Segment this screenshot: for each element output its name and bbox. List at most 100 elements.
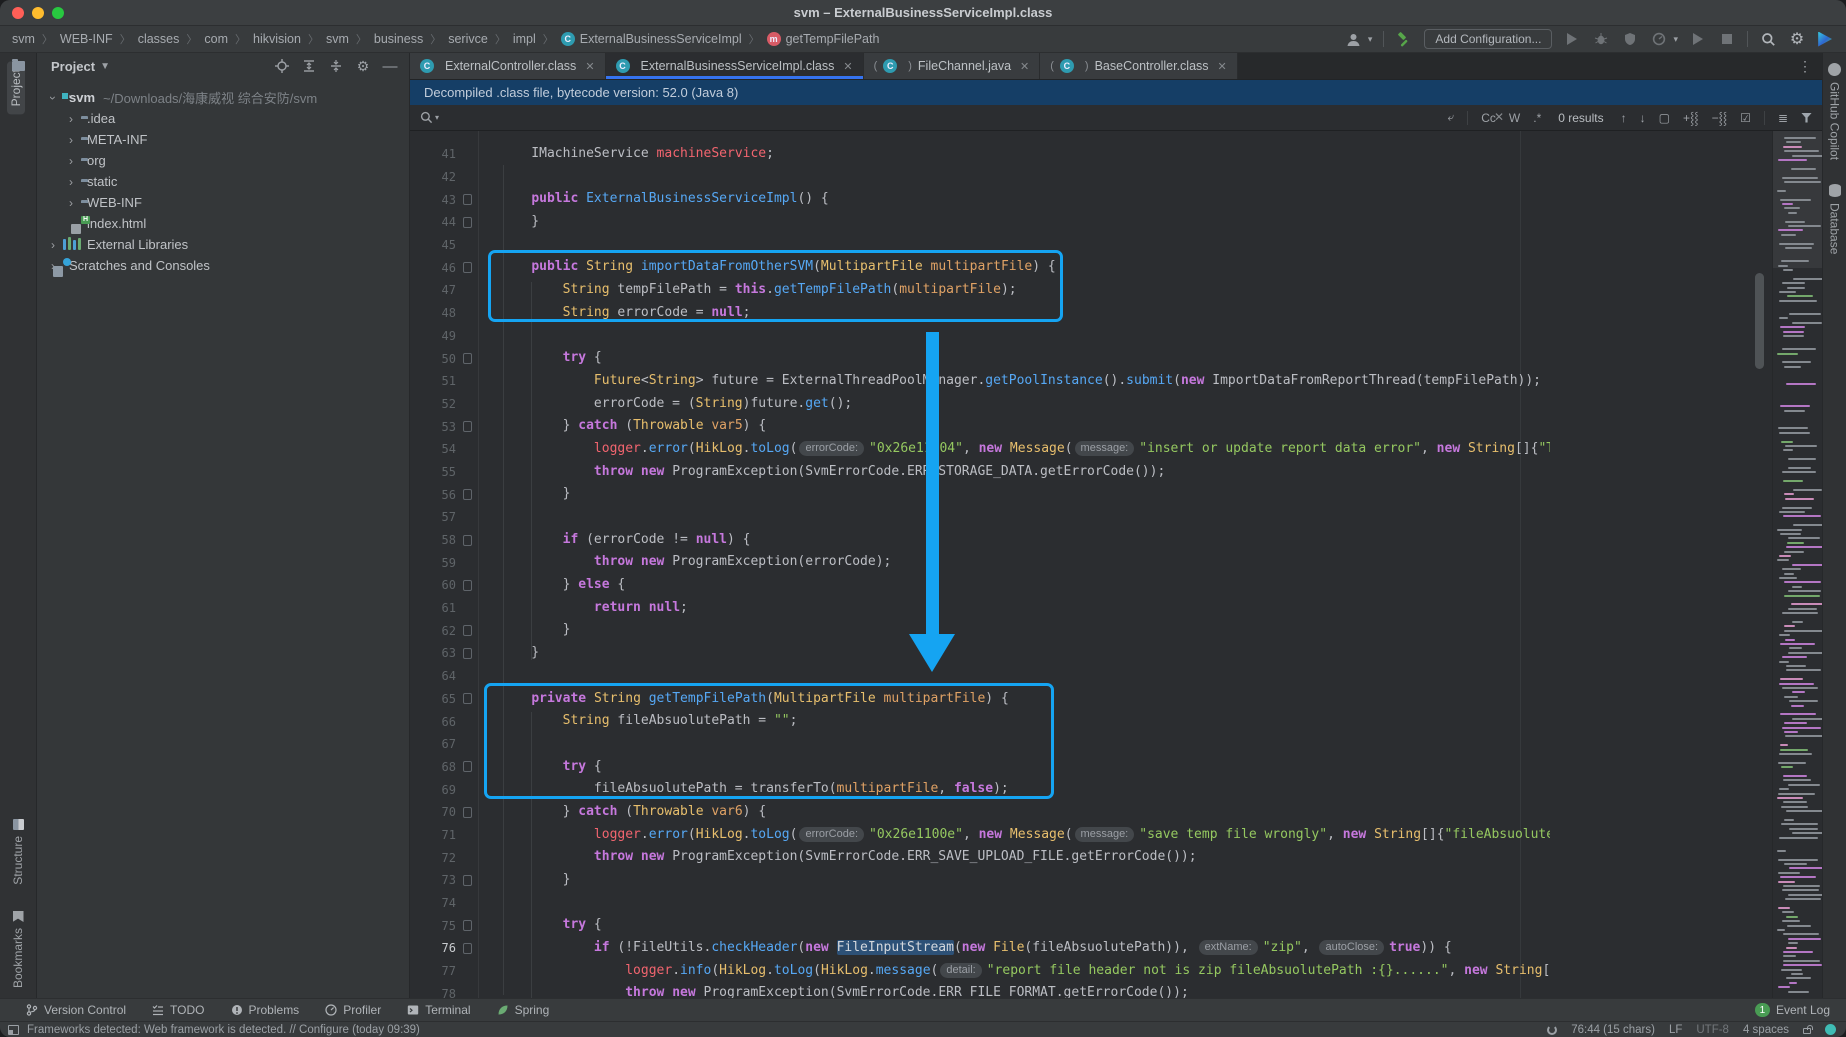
code-text[interactable]: try { — [500, 756, 602, 779]
toolwindow-spring[interactable]: Spring — [497, 1003, 550, 1017]
code-line-47[interactable]: 47 String tempFilePath = this.getTempFil… — [410, 279, 1550, 302]
run-secondary-icon[interactable] — [1689, 30, 1707, 48]
code-line-42[interactable]: 42 — [410, 166, 1550, 189]
code-text[interactable]: } catch (Throwable var5) { — [500, 415, 766, 438]
editor-tab-externalbusinessserviceimpl-class[interactable]: CExternalBusinessServiceImpl.class✕ — [606, 53, 864, 79]
user-account-icon[interactable] — [1345, 30, 1363, 48]
status-teal-dot-icon[interactable] — [1825, 1024, 1836, 1035]
breadcrumb-item[interactable]: 〉classes — [113, 31, 180, 47]
code-line-77[interactable]: 77 logger.info(HikLog.toLog(HikLog.messa… — [410, 960, 1550, 983]
fold-gutter[interactable] — [456, 625, 478, 636]
fold-marker-icon[interactable] — [463, 535, 472, 546]
code-line-69[interactable]: 69 fileAbsuolutePath = transferTo(multip… — [410, 778, 1550, 801]
code-line-43[interactable]: 43 public ExternalBusinessServiceImpl() … — [410, 188, 1550, 211]
code-text[interactable]: fileAbsuolutePath = transferTo(multipart… — [500, 778, 1009, 801]
code-line-52[interactable]: 52 errorCode = (String)future.get(); — [410, 393, 1550, 416]
line-number[interactable]: 50 — [410, 352, 456, 366]
fold-gutter[interactable] — [456, 580, 478, 591]
line-number[interactable]: 75 — [410, 919, 456, 933]
coverage-icon[interactable] — [1621, 30, 1639, 48]
line-number[interactable]: 68 — [410, 760, 456, 774]
code-line-50[interactable]: 50 try { — [410, 347, 1550, 370]
toolwindow-toggle-icon[interactable] — [8, 1025, 19, 1035]
newline-icon[interactable]: ⤶ — [1448, 110, 1455, 125]
run-icon[interactable] — [1563, 30, 1581, 48]
fold-gutter[interactable] — [456, 217, 478, 228]
code-line-57[interactable]: 57 — [410, 506, 1550, 529]
code-line-63[interactable]: 63 } — [410, 642, 1550, 665]
line-number[interactable]: 47 — [410, 283, 456, 297]
code-line-64[interactable]: 64 — [410, 665, 1550, 688]
breadcrumb-item[interactable]: 〉svm — [301, 31, 349, 47]
fold-gutter[interactable] — [456, 353, 478, 364]
code-line-62[interactable]: 62 } — [410, 619, 1550, 642]
code-text[interactable]: String errorCode = null; — [500, 302, 750, 325]
tree-item-scratches-and-consoles[interactable]: ›Scratches and Consoles — [37, 255, 409, 276]
locate-file-icon[interactable] — [273, 57, 291, 75]
collapse-all-icon[interactable] — [327, 57, 345, 75]
code-text[interactable]: } — [500, 619, 570, 642]
line-number[interactable]: 46 — [410, 261, 456, 275]
code-text[interactable]: } else { — [500, 574, 625, 597]
fold-marker-icon[interactable] — [463, 625, 472, 636]
project-view-dropdown-caret[interactable]: ▼ — [100, 61, 110, 72]
line-number[interactable]: 67 — [410, 737, 456, 751]
line-number[interactable]: 52 — [410, 397, 456, 411]
line-number[interactable]: 57 — [410, 510, 456, 524]
code-line-46[interactable]: 46 public String importDataFromOtherSVM(… — [410, 256, 1550, 279]
tree-item-external-libraries[interactable]: ›External Libraries — [37, 234, 409, 255]
code-line-72[interactable]: 72 throw new ProgramException(SvmErrorCo… — [410, 846, 1550, 869]
editor-tab-basecontroller-class[interactable]: (C)BaseController.class✕ — [1040, 53, 1238, 79]
fold-marker-icon[interactable] — [463, 807, 472, 818]
line-number[interactable]: 73 — [410, 873, 456, 887]
line-number[interactable]: 60 — [410, 578, 456, 592]
breadcrumb-item[interactable]: 〉WEB-INF — [35, 31, 113, 47]
code-line-60[interactable]: 60 } else { — [410, 574, 1550, 597]
tree-chevron-icon[interactable]: › — [63, 112, 79, 126]
fold-marker-icon[interactable] — [463, 648, 472, 659]
tool-strip-database-tab[interactable]: Database — [1828, 184, 1842, 254]
toolwindow-terminal[interactable]: Terminal — [407, 1003, 470, 1017]
fold-gutter[interactable] — [456, 421, 478, 432]
line-number[interactable]: 55 — [410, 465, 456, 479]
tree-item-index-html[interactable]: Hindex.html — [37, 213, 409, 234]
fold-marker-icon[interactable] — [463, 875, 472, 886]
fold-gutter[interactable] — [456, 943, 478, 954]
words-toggle[interactable]: W — [1509, 111, 1520, 125]
project-panel-title[interactable]: Project — [51, 59, 95, 74]
tree-item-org[interactable]: ›org — [37, 150, 409, 171]
line-number[interactable]: 41 — [410, 147, 456, 161]
debug-bug-icon[interactable] — [1592, 30, 1610, 48]
tool-strip-copilot-tab[interactable]: GitHub Copilot — [1828, 63, 1842, 160]
next-occurrence-icon[interactable]: ↓ — [1640, 111, 1646, 125]
code-line-51[interactable]: 51 Future<String> future = ExternalThrea… — [410, 370, 1550, 393]
code-line-70[interactable]: 70 } catch (Throwable var6) { — [410, 801, 1550, 824]
tree-chevron-icon[interactable]: › — [63, 133, 79, 147]
code-minimap[interactable] — [1772, 131, 1822, 998]
line-number[interactable]: 53 — [410, 420, 456, 434]
code-text[interactable]: Future<String> future = ExternalThreadPo… — [500, 370, 1541, 393]
line-number[interactable]: 43 — [410, 193, 456, 207]
code-text[interactable]: } — [500, 642, 539, 665]
tree-item-svm[interactable]: ›svm~/Downloads/海康威视 综合安防/svm — [37, 87, 409, 108]
tool-strip-bookmarks-tab[interactable]: Bookmarks — [11, 911, 25, 988]
editor-tab-filechannel-java[interactable]: (C)FileChannel.java✕ — [864, 53, 1041, 79]
toolwindow-todo[interactable]: TODO — [152, 1003, 204, 1017]
indent-indicator[interactable]: 4 spaces — [1743, 1024, 1789, 1036]
fold-marker-icon[interactable] — [463, 353, 472, 364]
settings-gear-icon[interactable]: ⚙ — [1788, 30, 1806, 48]
code-line-76[interactable]: 76 if (!FileUtils.checkHeader(new FileIn… — [410, 937, 1550, 960]
code-text[interactable]: } — [500, 483, 570, 506]
background-task-icon[interactable] — [1547, 1025, 1557, 1035]
code-text[interactable]: throw new ProgramException(errorCode); — [500, 551, 891, 574]
fold-gutter[interactable] — [456, 875, 478, 886]
line-number[interactable]: 63 — [410, 646, 456, 660]
tree-chevron-icon[interactable]: › — [45, 238, 61, 252]
code-line-59[interactable]: 59 throw new ProgramException(errorCode)… — [410, 551, 1550, 574]
search-everywhere-icon[interactable] — [1759, 30, 1777, 48]
close-find-bar-icon[interactable]: ✕ — [1494, 110, 1504, 124]
code-text[interactable]: if (!FileUtils.checkHeader(new FileInput… — [500, 937, 1452, 960]
code-text[interactable]: String tempFilePath = this.getTempFilePa… — [500, 279, 1017, 302]
line-number[interactable]: 70 — [410, 805, 456, 819]
profiler-icon[interactable] — [1650, 30, 1668, 48]
